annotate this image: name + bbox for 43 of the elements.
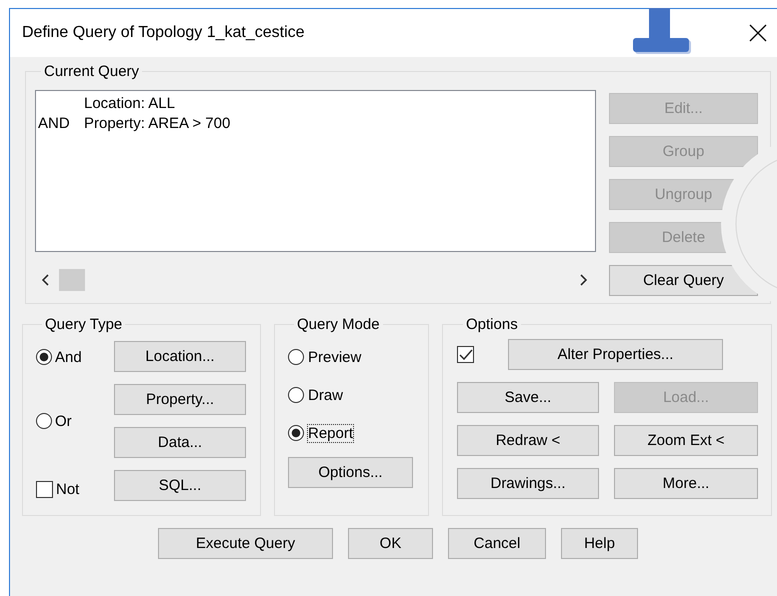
radio-label: Preview bbox=[307, 348, 362, 366]
radio-label: And bbox=[55, 348, 82, 366]
close-icon[interactable] bbox=[749, 24, 767, 42]
query-text-area[interactable]: Location: ALL AND Property: AREA > 700 bbox=[35, 90, 596, 252]
radio-label: Report bbox=[307, 424, 354, 442]
options-button[interactable]: More... bbox=[614, 468, 758, 499]
condition-text: Property: AREA > 700 bbox=[84, 114, 230, 134]
dialog-button[interactable]: OK bbox=[348, 528, 433, 559]
query-type-button[interactable]: Property... bbox=[114, 384, 246, 415]
t-shape-icon bbox=[633, 8, 691, 54]
options-button[interactable]: Zoom Ext < bbox=[614, 425, 758, 456]
radio-button[interactable] bbox=[288, 349, 304, 365]
checkbox[interactable] bbox=[36, 480, 53, 498]
radio-label: Draw bbox=[307, 386, 344, 404]
dialog-button[interactable]: Help bbox=[561, 528, 638, 559]
query-type-button[interactable]: Data... bbox=[114, 427, 246, 458]
query-type-button[interactable]: SQL... bbox=[114, 470, 246, 501]
scroll-right-icon[interactable] bbox=[579, 274, 587, 286]
radio-button[interactable] bbox=[36, 349, 52, 365]
group-label: Current Query bbox=[43, 63, 140, 80]
radio-button[interactable] bbox=[288, 425, 304, 441]
options-button[interactable]: Drawings... bbox=[457, 468, 599, 499]
query-type-button[interactable]: Location... bbox=[114, 341, 246, 372]
options-button[interactable]: Options... bbox=[288, 457, 413, 488]
window-title: Define Query of Topology 1_kat_cestice bbox=[22, 24, 305, 42]
query-button[interactable]: Clear Query bbox=[609, 265, 758, 296]
group-label: Query Mode bbox=[296, 316, 381, 333]
checkbox[interactable] bbox=[457, 346, 474, 363]
dialog-button[interactable]: Execute Query bbox=[158, 528, 333, 559]
scroll-thumb[interactable] bbox=[59, 269, 85, 291]
condition-text: Location: ALL bbox=[84, 94, 175, 114]
group-label: Options bbox=[465, 316, 519, 333]
radio-label: Or bbox=[55, 412, 72, 430]
scroll-left-icon[interactable] bbox=[42, 274, 50, 286]
group-label: Query Type bbox=[44, 316, 124, 333]
radio-button[interactable] bbox=[36, 413, 52, 429]
alter-properties-button[interactable]: Alter Properties... bbox=[508, 339, 723, 370]
dialog-button[interactable]: Cancel bbox=[448, 528, 546, 559]
options-button[interactable]: Redraw < bbox=[457, 425, 599, 456]
checkbox-label: Not bbox=[56, 480, 80, 498]
options-button[interactable]: Save... bbox=[457, 382, 599, 413]
operator-text: AND bbox=[38, 114, 71, 134]
radio-button[interactable] bbox=[288, 387, 304, 403]
